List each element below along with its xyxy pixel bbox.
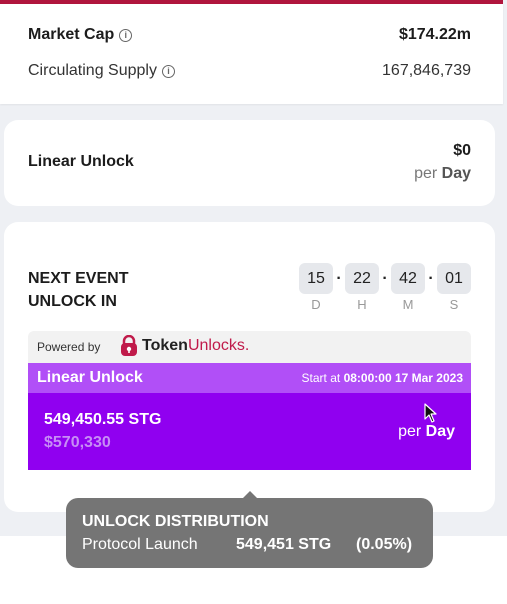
market-cap-row: Market Cap i $174.22m: [28, 26, 471, 44]
unlock-event-body[interactable]: 549,450.55 STG $570,330 per Day: [28, 393, 471, 470]
unlock-rate: per Day: [398, 423, 455, 440]
unlock-event-title: Linear Unlock: [37, 369, 143, 386]
powered-by-bar: Powered by TokenUnlocks.: [28, 331, 471, 363]
info-icon[interactable]: i: [161, 65, 175, 78]
tooltip-category: Protocol Launch: [82, 536, 198, 553]
linear-unlock-rate: per Day: [414, 165, 471, 183]
tooltip-title: UNLOCK DISTRIBUTION: [82, 513, 269, 530]
powered-by-label: Powered by: [37, 340, 101, 354]
countdown-days: 15 D: [299, 263, 333, 312]
countdown-seconds: 01 S: [437, 263, 471, 312]
info-icon[interactable]: i: [119, 29, 133, 42]
countdown-hours: 22 H: [345, 263, 379, 312]
tooltip-amount: 549,451 STG: [236, 536, 332, 553]
unlock-event-header: Linear Unlock Start at 08:00:00 17 Mar 2…: [28, 363, 471, 393]
circulating-supply-value: 167,846,739: [382, 62, 471, 79]
linear-unlock-card: Linear Unlock $0 per Day: [4, 120, 495, 206]
linear-unlock-title: Linear Unlock: [28, 153, 134, 170]
unlock-usd-amount: $570,330: [44, 434, 111, 451]
day-label: Day: [441, 165, 471, 182]
countdown-minutes: 42 M: [391, 263, 425, 312]
tokenunlocks-brand[interactable]: TokenUnlocks.: [142, 337, 249, 355]
unlock-token-amount: 549,450.55 STG: [44, 411, 162, 428]
per-label: per: [414, 165, 438, 182]
tooltip-percent: (0.05%): [356, 536, 413, 553]
circulating-supply-row: Circulating Supply i 167,846,739: [28, 62, 471, 80]
next-event-card: NEXT EVENT UNLOCK IN 15 D · 22 H · 42 M …: [4, 222, 495, 512]
countdown-separator: ·: [336, 270, 342, 287]
countdown-separator: ·: [428, 270, 434, 287]
unlock-start-time: Start at 08:00:00 17 Mar 2023: [301, 371, 463, 385]
market-cap-value: $174.22m: [398, 26, 471, 43]
next-event-title: NEXT EVENT UNLOCK IN: [28, 270, 129, 310]
unlock-distribution-tooltip: UNLOCK DISTRIBUTION Protocol Launch 549,…: [66, 498, 433, 568]
linear-unlock-amount: $0: [453, 142, 471, 159]
tokenunlocks-logo-icon[interactable]: [119, 335, 139, 357]
countdown-separator: ·: [382, 270, 388, 287]
market-cap-label: Market Cap: [28, 26, 115, 43]
countdown-timer: 15 D · 22 H · 42 M · 01 S: [299, 263, 471, 312]
circulating-supply-label: Circulating Supply: [28, 62, 157, 79]
market-stats-card: Market Cap i $174.22m Circulating Supply i…: [0, 4, 503, 104]
mouse-cursor-icon: [424, 403, 437, 423]
